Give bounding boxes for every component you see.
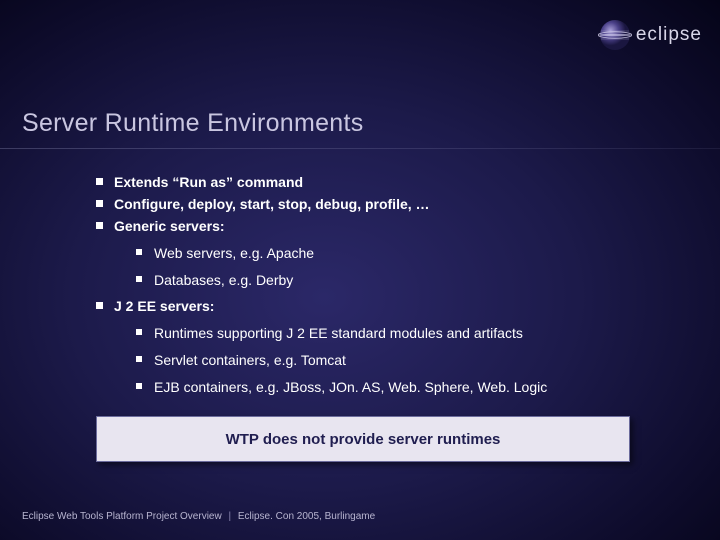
bullet-item: J 2 EE servers: xyxy=(96,297,690,316)
bullet-square-icon xyxy=(136,329,142,335)
eclipse-orb-icon xyxy=(598,18,632,52)
bullet-text: Generic servers: xyxy=(114,217,225,236)
sub-bullet-item: EJB containers, e.g. JBoss, JOn. AS, Web… xyxy=(136,378,690,397)
callout-box: WTP does not provide server runtimes xyxy=(96,416,630,462)
logo-text: eclipse xyxy=(636,24,702,46)
bullet-text: Configure, deploy, start, stop, debug, p… xyxy=(114,195,430,214)
bullet-square-icon xyxy=(136,249,142,255)
bullet-text: Extends “Run as” command xyxy=(114,173,303,192)
bullet-square-icon xyxy=(136,383,142,389)
title-divider xyxy=(0,148,720,149)
bullet-square-icon xyxy=(96,178,103,185)
sub-bullet-item: Web servers, e.g. Apache xyxy=(136,244,690,263)
bullet-square-icon xyxy=(136,276,142,282)
slide-footer: Eclipse Web Tools Platform Project Overv… xyxy=(22,511,375,522)
footer-right-text: Eclipse. Con 2005, Burlingame xyxy=(238,511,375,522)
slide-title: Server Runtime Environments xyxy=(22,109,364,138)
footer-separator: | xyxy=(228,511,231,522)
bullet-square-icon xyxy=(96,200,103,207)
eclipse-logo: eclipse xyxy=(598,18,702,52)
callout-text: WTP does not provide server runtimes xyxy=(226,431,501,448)
sub-bullet-item: Servlet containers, e.g. Tomcat xyxy=(136,351,690,370)
footer-left-text: Eclipse Web Tools Platform Project Overv… xyxy=(22,511,222,522)
sub-bullet-item: Databases, e.g. Derby xyxy=(136,271,690,290)
bullet-item: Generic servers: xyxy=(96,217,690,236)
bullet-text: J 2 EE servers: xyxy=(114,297,214,316)
bullet-square-icon xyxy=(136,356,142,362)
bullet-text: Databases, e.g. Derby xyxy=(154,271,293,290)
bullet-text: Web servers, e.g. Apache xyxy=(154,244,314,263)
bullet-square-icon xyxy=(96,222,103,229)
bullet-text: Servlet containers, e.g. Tomcat xyxy=(154,351,346,370)
slide-content: Extends “Run as” command Configure, depl… xyxy=(96,173,690,405)
sub-bullet-item: Runtimes supporting J 2 EE standard modu… xyxy=(136,324,690,343)
bullet-text: Runtimes supporting J 2 EE standard modu… xyxy=(154,324,523,343)
bullet-item: Extends “Run as” command xyxy=(96,173,690,192)
bullet-item: Configure, deploy, start, stop, debug, p… xyxy=(96,195,690,214)
bullet-square-icon xyxy=(96,302,103,309)
bullet-text: EJB containers, e.g. JBoss, JOn. AS, Web… xyxy=(154,378,547,397)
